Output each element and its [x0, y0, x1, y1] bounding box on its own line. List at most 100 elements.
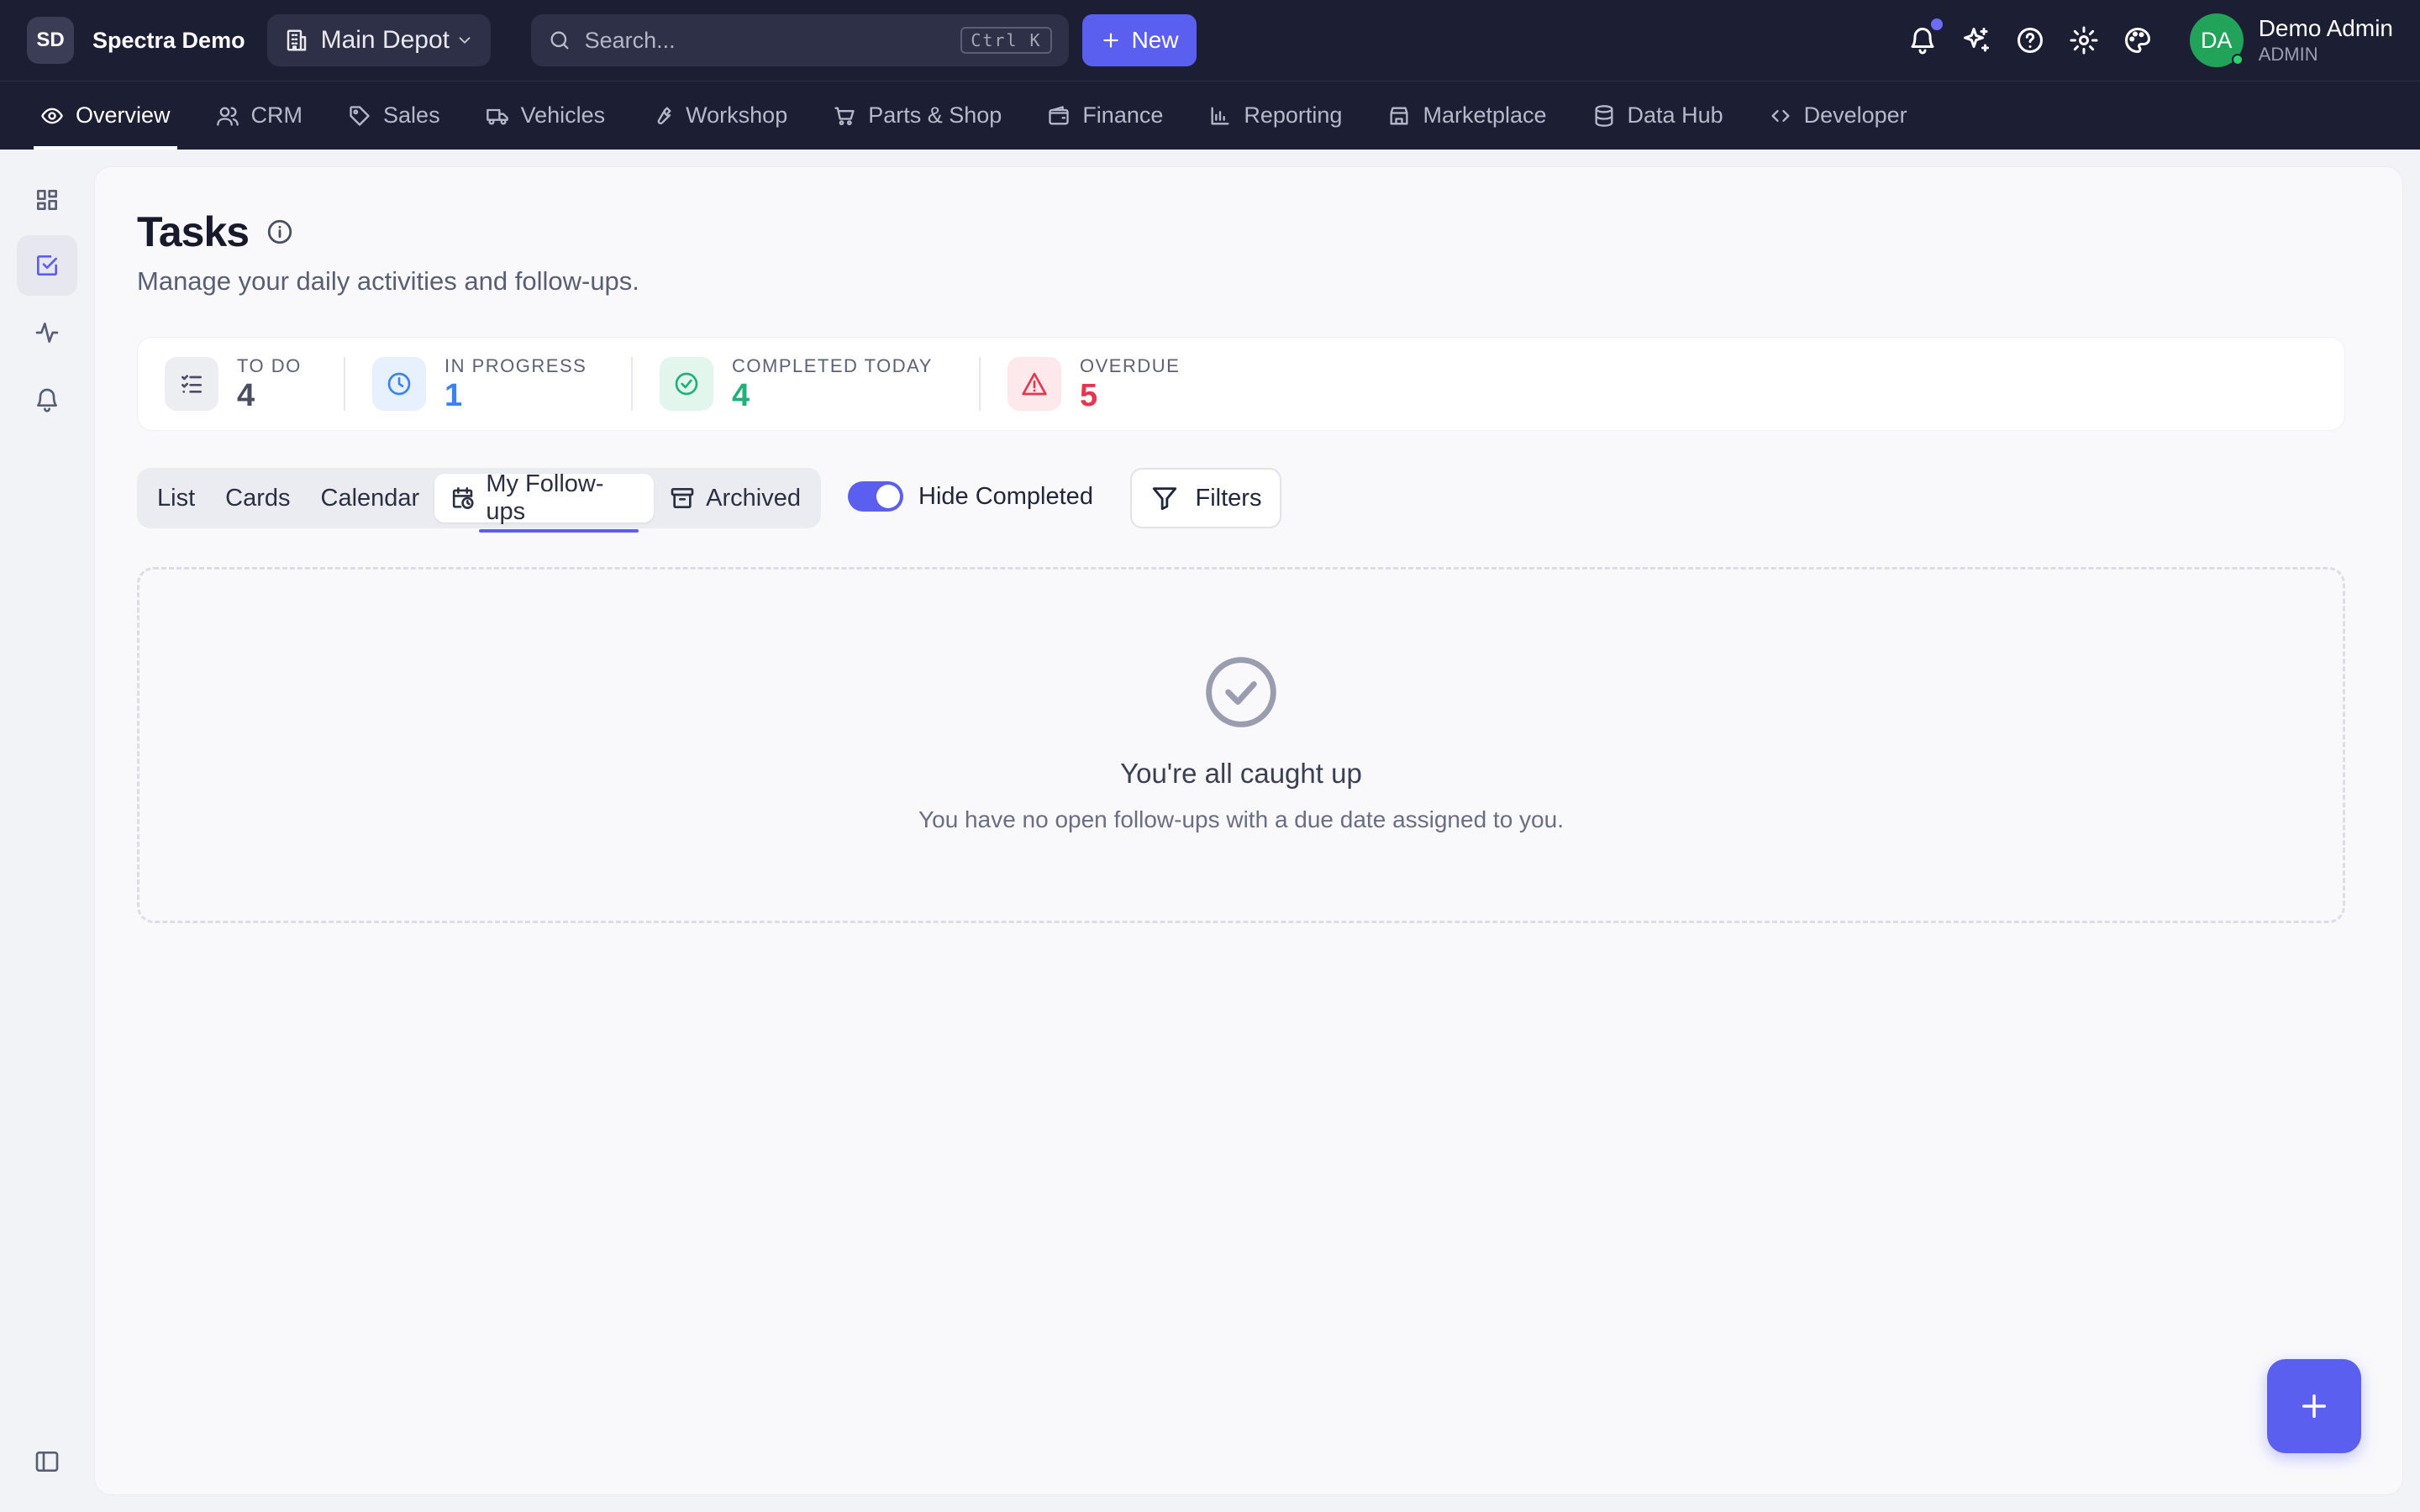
nav-item-reporting[interactable]: Reporting: [1208, 81, 1342, 150]
stat-icon: [372, 357, 426, 411]
check-circle-icon: [675, 372, 698, 396]
top-bar: SD Spectra Demo Main Depot Search... Ctr…: [0, 0, 2420, 81]
users-icon: [216, 106, 239, 126]
tab-archived[interactable]: Archived: [654, 474, 816, 522]
eye-icon: [41, 108, 63, 123]
nav-item-overview[interactable]: Overview: [34, 81, 177, 150]
location-label: Main Depot: [320, 26, 450, 54]
truck-icon: [486, 108, 508, 124]
wrench-icon: [657, 106, 671, 124]
view-tabs: List Cards Calendar My Follow-ups Archiv…: [137, 468, 821, 533]
panel-left-icon: [35, 1452, 59, 1472]
grid-icon: [36, 190, 57, 210]
notifications-button[interactable]: [1907, 18, 1943, 55]
hide-completed-control: Hide Completed: [848, 481, 1093, 512]
alert-triangle-icon: [1022, 372, 1047, 396]
tab-my-follow-ups[interactable]: My Follow-ups: [434, 470, 655, 533]
code-icon: [1771, 109, 1790, 122]
nav-label: Developer: [1803, 102, 1907, 128]
cart-icon: [834, 106, 855, 125]
theme-button[interactable]: [2123, 25, 2153, 55]
stat-value: 4: [732, 378, 750, 413]
nav-item-workshop[interactable]: Workshop: [650, 81, 787, 150]
tab-label: Archived: [706, 484, 801, 512]
stat-icon: [165, 357, 218, 411]
user-menu[interactable]: DA Demo Admin ADMIN: [2189, 13, 2393, 67]
main-panel: Tasks Manage your daily activities and f…: [94, 166, 2403, 1495]
settings-button[interactable]: [2069, 25, 2099, 55]
rail-dashboard-button[interactable]: [17, 170, 77, 230]
nav-label: Workshop: [686, 102, 788, 128]
stat-icon: [660, 357, 713, 411]
sidebar-toggle-button[interactable]: [17, 1431, 77, 1492]
stat-todo: TO DO 4: [138, 355, 344, 413]
nav-item-developer[interactable]: Developer: [1769, 81, 1907, 150]
filter-icon: [1152, 487, 1176, 511]
nav-item-marketplace[interactable]: Marketplace: [1387, 81, 1547, 150]
stat-value: 4: [237, 378, 255, 413]
nav-label: Marketplace: [1423, 102, 1547, 128]
main-nav: Overview CRM Sales Vehicles Workshop Par…: [0, 81, 2420, 150]
left-rail: [0, 150, 92, 1512]
filters-button[interactable]: Filters: [1130, 468, 1281, 528]
user-role: ADMIN: [2258, 44, 2318, 65]
rail-notifications-button[interactable]: [17, 370, 77, 430]
tab-label: Cards: [225, 484, 291, 512]
new-button[interactable]: New: [1081, 14, 1197, 66]
tag-icon: [350, 105, 370, 126]
nav-item-vehicles[interactable]: Vehicles: [486, 81, 605, 150]
tab-label: Calendar: [320, 484, 420, 512]
plus-icon: [2302, 1394, 2326, 1418]
building-icon: [287, 29, 306, 51]
nav-label: Data Hub: [1627, 102, 1723, 128]
brand-name: Spectra Demo: [92, 27, 245, 53]
toggle-knob: [876, 485, 900, 508]
nav-item-parts-shop[interactable]: Parts & Shop: [833, 81, 1002, 150]
tab-label: List: [157, 484, 196, 512]
location-selector[interactable]: Main Depot: [266, 14, 491, 66]
online-status-dot: [2231, 54, 2244, 66]
new-button-label: New: [1131, 27, 1179, 53]
hide-completed-toggle[interactable]: [848, 481, 903, 512]
ai-assistant-button[interactable]: [1961, 25, 1991, 55]
nav-label: Overview: [76, 102, 171, 128]
notification-dot: [1930, 18, 1943, 30]
check-circle-icon: [1206, 657, 1276, 727]
calendar-clock-icon: [453, 487, 474, 509]
hide-completed-label: Hide Completed: [918, 482, 1093, 510]
stat-label: IN PROGRESS: [445, 355, 587, 376]
user-name: Demo Admin: [2258, 15, 2393, 41]
task-stats: TO DO 4 IN PROGRESS 1 COMPLETED TODAY 4 …: [137, 337, 2345, 431]
tab-list[interactable]: List: [142, 474, 210, 522]
empty-state-message: You have no open follow-ups with a due d…: [918, 806, 1564, 832]
nav-label: CRM: [250, 102, 303, 128]
brand[interactable]: SD Spectra Demo: [27, 17, 245, 64]
nav-item-finance[interactable]: Finance: [1047, 81, 1163, 150]
filters-label: Filters: [1195, 484, 1262, 512]
info-icon[interactable]: [266, 218, 294, 246]
add-task-fab[interactable]: [2267, 1359, 2361, 1453]
database-icon: [1595, 104, 1613, 127]
nav-item-sales[interactable]: Sales: [348, 81, 440, 150]
bell-icon: [1911, 28, 1934, 55]
chevron-down-icon: [459, 37, 470, 44]
help-button[interactable]: [2015, 25, 2045, 55]
archive-icon: [671, 488, 694, 508]
page-title: Tasks: [137, 208, 250, 255]
bar-chart-icon: [1211, 106, 1229, 124]
rail-tasks-button[interactable]: [17, 235, 77, 296]
top-actions: DA Demo Admin ADMIN: [1907, 13, 2393, 67]
nav-item-data-hub[interactable]: Data Hub: [1592, 81, 1723, 150]
tab-label: My Follow-ups: [479, 470, 639, 533]
nav-label: Finance: [1082, 102, 1164, 128]
search-input[interactable]: Search... Ctrl K: [530, 14, 1069, 66]
rail-activity-button[interactable]: [17, 302, 77, 363]
nav-label: Sales: [383, 102, 440, 128]
avatar: DA: [2189, 13, 2244, 67]
tab-cards[interactable]: Cards: [210, 474, 305, 522]
tab-calendar[interactable]: Calendar: [306, 474, 435, 522]
nav-item-crm[interactable]: CRM: [216, 81, 303, 150]
stat-in-progress: IN PROGRESS 1: [345, 355, 631, 412]
nav-label: Parts & Shop: [868, 102, 1002, 128]
nav-label: Reporting: [1244, 102, 1343, 128]
